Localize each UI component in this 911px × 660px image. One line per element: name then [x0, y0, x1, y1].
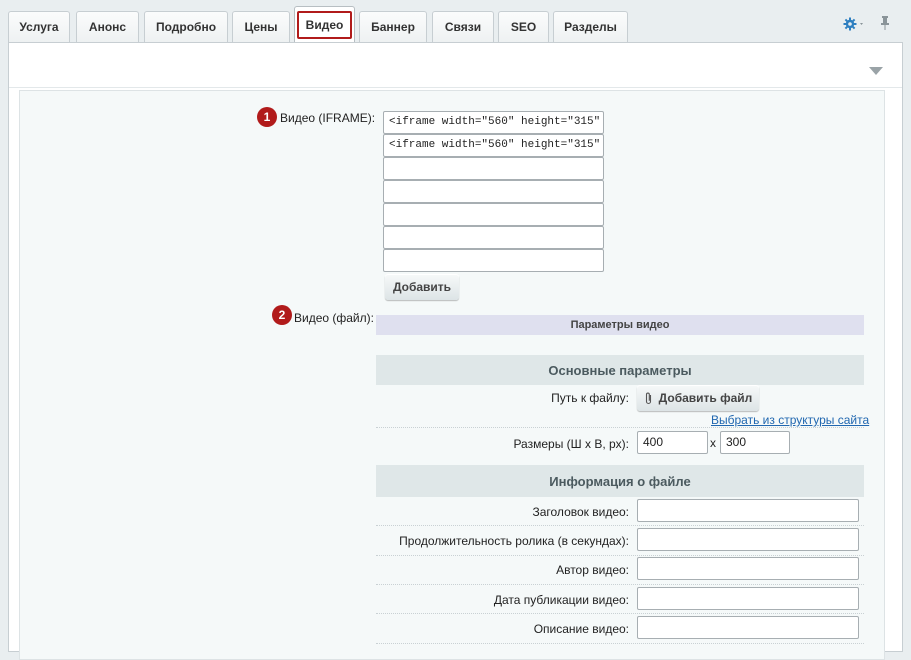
tab-service[interactable]: Услуга: [8, 11, 70, 42]
video-form: 1 Видео (IFRAME): <iframe width="560" he…: [19, 90, 885, 660]
publish-date-label: Дата публикации видео:: [493, 593, 629, 607]
video-title-label: Заголовок видео:: [532, 505, 629, 519]
author-input[interactable]: [637, 557, 859, 580]
duration-label: Продолжительность ролика (в секундах):: [399, 534, 629, 548]
basic-params-header: Основные параметры: [376, 355, 864, 385]
select-from-site-link[interactable]: Выбрать из структуры сайта: [711, 413, 869, 427]
tab-label: Цены: [244, 20, 278, 34]
row-divider: [376, 643, 864, 644]
tab-links[interactable]: Связи: [432, 11, 494, 42]
author-label: Автор видео:: [556, 563, 629, 577]
iframe-input[interactable]: [383, 226, 604, 249]
tab-prices[interactable]: Цены: [232, 11, 290, 42]
tab-label: Услуга: [19, 20, 59, 34]
add-iframe-button[interactable]: Добавить: [385, 274, 459, 300]
row-divider: [376, 427, 864, 428]
tab-seo[interactable]: SEO: [498, 11, 549, 42]
params-header: Параметры видео: [376, 315, 864, 335]
tab-label: Разделы: [564, 20, 617, 34]
row-divider: [376, 555, 864, 556]
iframe-input[interactable]: [383, 180, 604, 203]
file-info-header: Информация о файле: [376, 465, 864, 497]
iframe-input[interactable]: [383, 249, 604, 272]
iframe-input[interactable]: [383, 203, 604, 226]
tab-label: Баннер: [371, 20, 415, 34]
iframe-input[interactable]: <iframe width="560" height="315" src=: [383, 134, 604, 157]
add-file-label: Добавить файл: [658, 391, 753, 405]
tab-banner[interactable]: Баннер: [359, 11, 427, 42]
size-separator: x: [710, 436, 716, 450]
tab-label: Анонс: [88, 20, 127, 34]
publish-date-input[interactable]: [637, 587, 859, 610]
tab-sections[interactable]: Разделы: [553, 11, 628, 42]
tab-content-panel: 1 Видео (IFRAME): <iframe width="560" he…: [8, 42, 903, 660]
row-divider: [376, 525, 864, 526]
pin-icon[interactable]: [879, 15, 891, 31]
iframe-input[interactable]: [383, 157, 604, 180]
description-label: Описание видео:: [533, 622, 629, 636]
tab-label: Видео: [296, 10, 353, 39]
gear-icon[interactable]: [842, 16, 866, 32]
description-input[interactable]: [637, 616, 859, 639]
paperclip-icon: [644, 392, 653, 405]
tab-announce[interactable]: Анонс: [76, 11, 139, 42]
video-title-input[interactable]: [637, 499, 859, 522]
iframe-label: Видео (IFRAME):: [280, 111, 376, 125]
step-badge-1: 1: [257, 107, 277, 127]
tab-video[interactable]: Видео: [294, 6, 355, 42]
file-path-label: Путь к файлу:: [551, 391, 629, 405]
size-label: Размеры (Ш x В, px):: [513, 437, 629, 451]
tab-label: Связи: [444, 20, 482, 34]
width-input[interactable]: 400: [637, 431, 708, 454]
tab-details[interactable]: Подробно: [144, 11, 228, 42]
tab-label: Подробно: [155, 20, 217, 34]
video-file-label: Видео (файл):: [294, 311, 374, 325]
row-divider: [376, 613, 864, 614]
height-input[interactable]: 300: [720, 431, 790, 454]
add-file-button[interactable]: Добавить файл: [637, 385, 759, 411]
iframe-input[interactable]: <iframe width="560" height="315" src=: [383, 111, 604, 134]
step-badge-2: 2: [272, 305, 292, 325]
tab-label: SEO: [510, 20, 537, 34]
panel-header: [9, 43, 902, 88]
triangle-down-icon[interactable]: [869, 64, 883, 75]
row-divider: [376, 584, 864, 585]
duration-input[interactable]: [637, 528, 859, 551]
